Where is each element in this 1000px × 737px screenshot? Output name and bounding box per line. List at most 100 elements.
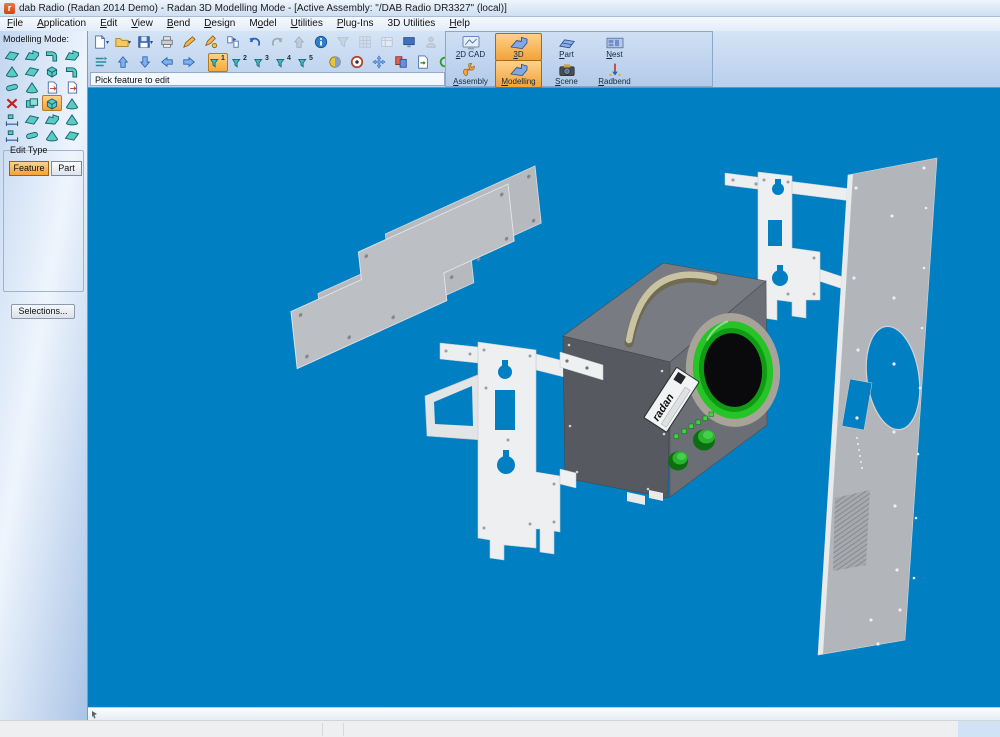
feature-toggle[interactable]: Feature xyxy=(9,161,49,176)
toolbar-zone: ▾ ▾ ▾ 12345 Pick feature to edit 2D CAD3DP… xyxy=(88,31,1000,88)
mark-tool-icon[interactable] xyxy=(62,127,82,143)
mode-assembly-button[interactable]: Assembly xyxy=(447,60,494,88)
new-button[interactable]: ▾ xyxy=(91,33,111,52)
menu-file[interactable]: File xyxy=(0,17,30,31)
dropdown-caret[interactable]: ▾ xyxy=(128,39,131,46)
open-button[interactable]: ▾ xyxy=(113,33,133,52)
selections-button[interactable]: Selections... xyxy=(11,304,75,319)
dimension-tool-icon[interactable] xyxy=(2,111,22,127)
mode-2dcad-button[interactable]: 2D CAD xyxy=(447,33,494,61)
align-tool-icon[interactable] xyxy=(42,127,62,143)
box-tool-icon[interactable] xyxy=(42,63,62,79)
mode-nest-button[interactable]: Nest xyxy=(591,33,638,61)
send-button[interactable] xyxy=(289,33,309,52)
target-button[interactable] xyxy=(347,53,367,72)
undo-button[interactable] xyxy=(245,33,265,52)
mode-button-block: 2D CAD3DPartNest AssemblyModellingSceneRa… xyxy=(445,31,713,87)
mode-modelling-button[interactable]: Modelling xyxy=(495,60,542,88)
view-3-button[interactable]: 3 xyxy=(252,53,272,72)
trim-tool-icon[interactable] xyxy=(22,63,42,79)
import-feature-tool-icon[interactable] xyxy=(42,79,62,95)
mode-3d-button[interactable]: 3D xyxy=(495,33,542,61)
modelling-mode-label: Modelling Mode: xyxy=(0,31,87,44)
menu-view[interactable]: View xyxy=(124,17,160,31)
3d-scene: radan xyxy=(88,88,1000,707)
join-tool-icon[interactable] xyxy=(22,79,42,95)
viewport-footer-strip xyxy=(88,707,1000,720)
mode-scene-button[interactable]: Scene xyxy=(543,60,590,88)
title-bar: r dab Radio (Radan 2014 Demo) - Radan 3D… xyxy=(0,0,1000,17)
info-button[interactable] xyxy=(311,33,331,52)
pan-button[interactable] xyxy=(369,53,389,72)
monitor-button[interactable] xyxy=(399,33,419,52)
extrude-tool-icon[interactable] xyxy=(2,47,22,63)
save-button[interactable]: ▾ xyxy=(135,33,155,52)
sweep-tool-icon[interactable] xyxy=(62,111,82,127)
draw-button[interactable] xyxy=(179,33,199,52)
bend-lines-button[interactable] xyxy=(91,53,111,72)
view-4-button[interactable]: 4 xyxy=(274,53,294,72)
prompt-text: Pick feature to edit xyxy=(95,75,170,85)
export-feature-tool-icon[interactable] xyxy=(62,79,82,95)
copy-feature-tool-icon[interactable] xyxy=(22,95,42,111)
edit-attributes-button[interactable] xyxy=(201,33,221,52)
filter-button[interactable] xyxy=(333,33,353,52)
left-sidebar: Modelling Mode: Edit Type Feature Part S… xyxy=(0,31,88,720)
standard-toolbar: ▾ ▾ ▾ xyxy=(90,32,486,52)
export-button[interactable] xyxy=(413,53,433,72)
menu-plugins[interactable]: Plug-Ins xyxy=(330,17,381,31)
layers-button[interactable] xyxy=(355,33,375,52)
dropdown-caret[interactable]: ▾ xyxy=(106,39,109,46)
menu-design[interactable]: Design xyxy=(197,17,242,31)
press-tool-icon[interactable] xyxy=(2,63,22,79)
radio-knob-right[interactable] xyxy=(693,430,715,451)
delete-feature-tool-icon[interactable] xyxy=(2,95,22,111)
swap-parts-button[interactable] xyxy=(391,53,411,72)
radio-knob-left[interactable] xyxy=(668,452,688,471)
nav-right-button[interactable] xyxy=(179,53,199,72)
corner-tool-icon[interactable] xyxy=(22,111,42,127)
replace-button[interactable] xyxy=(223,33,243,52)
view-2-button[interactable]: 2 xyxy=(230,53,250,72)
rod-tool-icon[interactable] xyxy=(2,79,22,95)
part-toggle[interactable]: Part xyxy=(51,161,82,176)
app-logo-icon: r xyxy=(4,3,15,14)
dropdown-caret[interactable]: ▾ xyxy=(150,39,153,46)
shell-tool-icon[interactable] xyxy=(62,47,82,63)
raise-tool-icon[interactable] xyxy=(22,127,42,143)
print-button[interactable] xyxy=(157,33,177,52)
status-segment xyxy=(322,723,344,736)
menu-bend[interactable]: Bend xyxy=(160,17,197,31)
user-button[interactable] xyxy=(421,33,441,52)
wrap-tool-icon[interactable] xyxy=(42,111,62,127)
menu-help[interactable]: Help xyxy=(442,17,477,31)
shaded-view-button[interactable] xyxy=(325,53,345,72)
nav-left-button[interactable] xyxy=(157,53,177,72)
cursor-icon xyxy=(91,710,99,719)
menu-3d-utilities[interactable]: 3D Utilities xyxy=(381,17,443,31)
table-button[interactable] xyxy=(377,33,397,52)
menu-application[interactable]: Application xyxy=(30,17,93,31)
view-5-button[interactable]: 5 xyxy=(296,53,316,72)
3d-viewport[interactable]: radan xyxy=(88,88,1000,707)
menu-edit[interactable]: Edit xyxy=(93,17,124,31)
menu-model[interactable]: Model xyxy=(242,17,283,31)
toolbar-separator xyxy=(317,54,324,70)
elbow-tool-icon[interactable] xyxy=(62,63,82,79)
mode-radbend-button[interactable]: Radbend xyxy=(591,60,638,88)
datum-tool-icon[interactable] xyxy=(2,127,22,143)
menu-utilities[interactable]: Utilities xyxy=(284,17,330,31)
edit-feature-tool-icon[interactable] xyxy=(42,95,62,111)
nav-up-button[interactable] xyxy=(113,53,133,72)
nav-down-button[interactable] xyxy=(135,53,155,72)
menu-bar: FileApplicationEditViewBendDesignModelUt… xyxy=(0,17,1000,31)
modelling-tools-grid xyxy=(2,47,86,143)
bend-tool-icon[interactable] xyxy=(22,47,42,63)
mode-part-button[interactable]: Part xyxy=(543,33,590,61)
tube-tool-icon[interactable] xyxy=(42,47,62,63)
link-feature-tool-icon[interactable] xyxy=(62,95,82,111)
toolbar-separator xyxy=(200,54,207,70)
view-1-button[interactable]: 1 xyxy=(208,53,228,72)
edit-type-group: Edit Type Feature Part xyxy=(3,150,84,292)
redo-button[interactable] xyxy=(267,33,287,52)
